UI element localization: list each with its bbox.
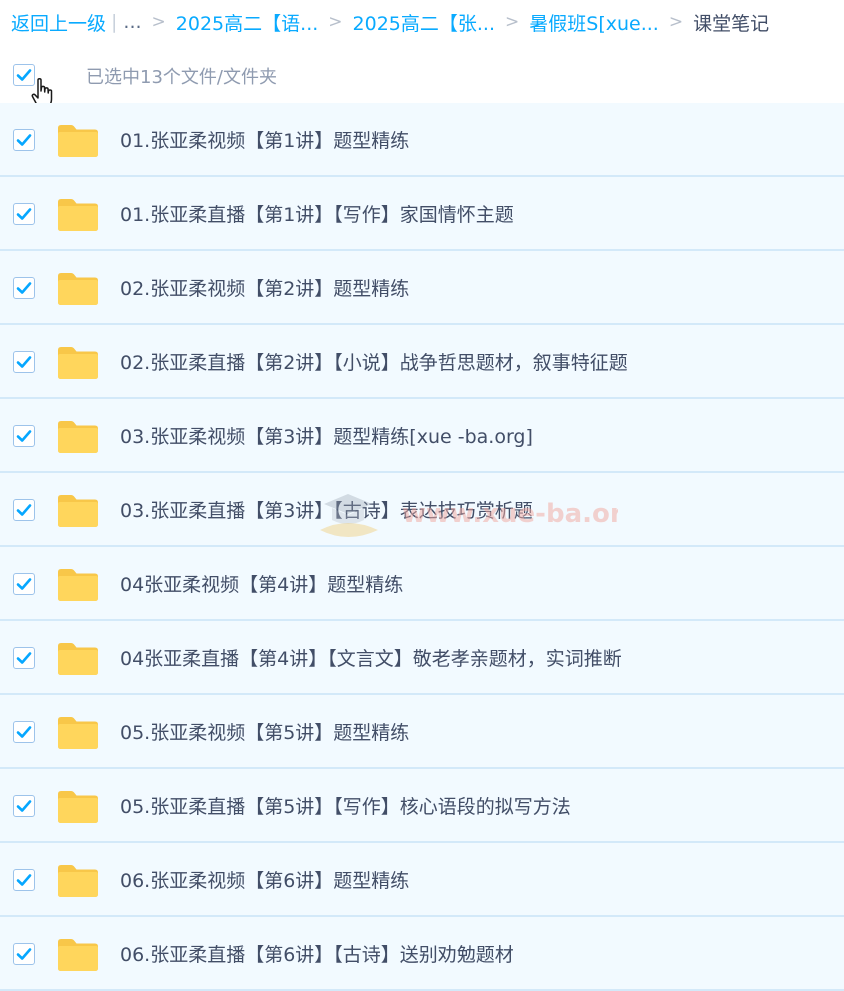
file-row[interactable]: 01.张亚柔视频【第1讲】题型精练 xyxy=(0,103,844,177)
file-row[interactable]: 04张亚柔直播【第4讲】【文言文】敬老孝亲题材，实词推断 xyxy=(0,621,844,695)
file-row[interactable]: 06.张亚柔直播【第6讲】【古诗】送别劝勉题材 xyxy=(0,917,844,991)
file-row[interactable]: 06.张亚柔视频【第6讲】题型精练 xyxy=(0,843,844,917)
checkmark-icon xyxy=(16,578,32,590)
folder-icon xyxy=(58,865,98,897)
file-name[interactable]: 05.张亚柔直播【第5讲】【写作】核心语段的拟写方法 xyxy=(120,792,571,819)
folder-icon xyxy=(58,791,98,823)
folder-icon xyxy=(58,569,98,601)
breadcrumb-arrow-icon: > xyxy=(668,12,684,32)
breadcrumb-arrow-icon: > xyxy=(505,12,520,32)
file-name[interactable]: 04张亚柔直播【第4讲】【文言文】敬老孝亲题材，实词推断 xyxy=(120,644,622,671)
row-checkbox[interactable] xyxy=(13,943,35,965)
row-checkbox[interactable] xyxy=(13,721,35,743)
selection-bar: 已选中13个文件/文件夹 xyxy=(0,56,844,108)
breadcrumb-arrow-icon: > xyxy=(328,12,343,32)
row-checkbox[interactable] xyxy=(13,351,35,373)
row-checkbox[interactable] xyxy=(13,129,35,151)
folder-icon xyxy=(58,421,98,453)
breadcrumb: 返回上一级 | ... > 2025高二【语... > 2025高二【张... … xyxy=(11,8,769,36)
folder-icon xyxy=(58,717,98,749)
breadcrumb-ellipsis[interactable]: ... xyxy=(123,11,141,33)
row-checkbox[interactable] xyxy=(13,647,35,669)
file-name[interactable]: 05.张亚柔视频【第5讲】题型精练 xyxy=(120,718,409,745)
checkmark-icon xyxy=(16,356,32,368)
row-checkbox[interactable] xyxy=(13,869,35,891)
file-name[interactable]: 06.张亚柔视频【第6讲】题型精练 xyxy=(120,866,409,893)
file-list: 01.张亚柔视频【第1讲】题型精练 01.张亚柔直播【第1讲】【写作】家国情怀主… xyxy=(0,103,844,991)
checkmark-icon xyxy=(16,874,32,886)
checkmark-icon xyxy=(16,282,32,294)
folder-icon xyxy=(58,939,98,971)
file-name[interactable]: 02.张亚柔直播【第2讲】【小说】战争哲思题材，叙事特征题 xyxy=(120,348,628,375)
breadcrumb-item[interactable]: 2025高二【语... xyxy=(176,9,318,36)
row-checkbox[interactable] xyxy=(13,277,35,299)
breadcrumb-item[interactable]: 2025高二【张... xyxy=(353,9,495,36)
file-row[interactable]: 01.张亚柔直播【第1讲】【写作】家国情怀主题 xyxy=(0,177,844,251)
file-row[interactable]: 03.张亚柔直播【第3讲】【古诗】表达技巧赏析题 xyxy=(0,473,844,547)
file-name[interactable]: 06.张亚柔直播【第6讲】【古诗】送别劝勉题材 xyxy=(120,940,514,967)
folder-icon xyxy=(58,347,98,379)
checkmark-icon xyxy=(16,800,32,812)
file-name[interactable]: 03.张亚柔直播【第3讲】【古诗】表达技巧赏析题 xyxy=(120,496,533,523)
checkmark-icon xyxy=(16,726,32,738)
row-checkbox[interactable] xyxy=(13,795,35,817)
folder-icon xyxy=(58,125,98,157)
row-checkbox[interactable] xyxy=(13,573,35,595)
file-name[interactable]: 04张亚柔视频【第4讲】题型精练 xyxy=(120,570,403,597)
file-row[interactable]: 02.张亚柔直播【第2讲】【小说】战争哲思题材，叙事特征题 xyxy=(0,325,844,399)
file-row[interactable]: 04张亚柔视频【第4讲】题型精练 xyxy=(0,547,844,621)
file-row[interactable]: 03.张亚柔视频【第3讲】题型精练[xue -ba.org] xyxy=(0,399,844,473)
file-row[interactable]: 05.张亚柔视频【第5讲】题型精练 xyxy=(0,695,844,769)
file-name[interactable]: 01.张亚柔视频【第1讲】题型精练 xyxy=(120,126,409,153)
breadcrumb-arrow-icon: > xyxy=(151,12,166,32)
breadcrumb-item[interactable]: 暑假班S[xue... xyxy=(529,9,659,36)
breadcrumb-pipe: | xyxy=(111,11,118,33)
checkmark-icon xyxy=(16,948,32,960)
file-row[interactable]: 05.张亚柔直播【第5讲】【写作】核心语段的拟写方法 xyxy=(0,769,844,843)
file-row[interactable]: 02.张亚柔视频【第2讲】题型精练 xyxy=(0,251,844,325)
checkmark-icon xyxy=(16,134,32,146)
row-checkbox[interactable] xyxy=(13,499,35,521)
folder-icon xyxy=(58,199,98,231)
back-link[interactable]: 返回上一级 xyxy=(11,9,106,36)
row-checkbox[interactable] xyxy=(13,425,35,447)
checkmark-icon xyxy=(16,208,32,220)
file-name[interactable]: 01.张亚柔直播【第1讲】【写作】家国情怀主题 xyxy=(120,200,514,227)
breadcrumb-current: 课堂笔记 xyxy=(693,12,770,35)
checkmark-icon xyxy=(16,430,32,442)
selection-count: 已选中13个文件/文件夹 xyxy=(86,67,277,88)
file-name[interactable]: 03.张亚柔视频【第3讲】题型精练[xue -ba.org] xyxy=(120,422,533,449)
folder-icon xyxy=(58,643,98,675)
file-name[interactable]: 02.张亚柔视频【第2讲】题型精练 xyxy=(120,274,409,301)
checkmark-icon xyxy=(16,504,32,516)
folder-icon xyxy=(58,273,98,305)
folder-icon xyxy=(58,495,98,527)
checkmark-icon xyxy=(16,652,32,664)
row-checkbox[interactable] xyxy=(13,203,35,225)
